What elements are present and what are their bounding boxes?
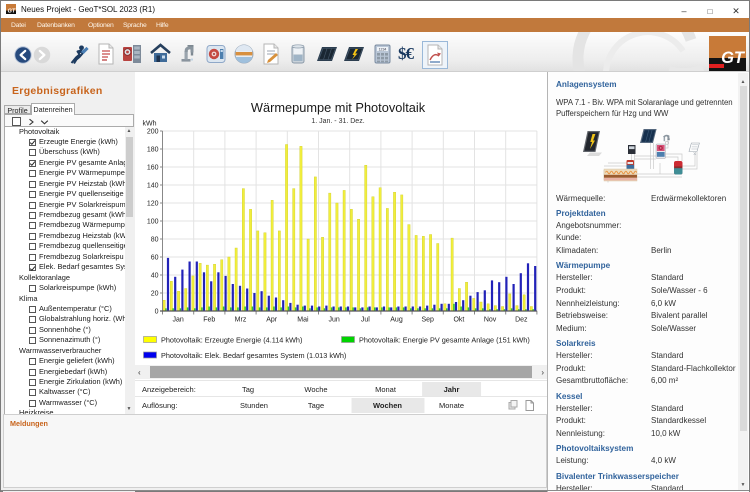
svg-text:200: 200: [147, 129, 159, 136]
svg-text:Mrz: Mrz: [235, 317, 247, 324]
svg-text:Feb: Feb: [203, 317, 215, 324]
svg-text:Okt: Okt: [453, 317, 464, 324]
svg-text:Sep: Sep: [421, 317, 434, 324]
svg-text:20: 20: [151, 291, 159, 298]
svg-text:1. Jan. - 31. Dez.: 1. Jan. - 31. Dez.: [311, 118, 364, 125]
svg-text:Jun: Jun: [328, 317, 339, 324]
svg-text:120: 120: [147, 201, 159, 208]
svg-text:100: 100: [147, 219, 159, 226]
svg-text:140: 140: [147, 183, 159, 190]
svg-text:Dez: Dez: [515, 317, 528, 324]
svg-text:Jul: Jul: [361, 317, 370, 324]
svg-text:80: 80: [151, 237, 159, 244]
svg-text:180: 180: [147, 147, 159, 154]
svg-text:1234: 1234: [379, 47, 387, 51]
svg-text:Photovoltaik: Elek. Bedarf ges: Photovoltaik: Elek. Bedarf gesamtes Syst…: [161, 351, 346, 360]
svg-text:Aug: Aug: [390, 317, 403, 324]
svg-text:Mai: Mai: [297, 317, 309, 324]
svg-text:Wärmepumpe mit Photovoltaik: Wärmepumpe mit Photovoltaik: [251, 100, 426, 115]
svg-text:Photovoltaik: Erzeugte Energie: Photovoltaik: Erzeugte Energie (4.114 kW…: [161, 336, 302, 345]
svg-text:kWh: kWh: [143, 121, 157, 128]
svg-text:Jan: Jan: [172, 317, 183, 324]
svg-text:GT: GT: [8, 9, 16, 15]
svg-text:Nov: Nov: [484, 317, 497, 324]
svg-text:Apr: Apr: [266, 317, 278, 324]
svg-text:Photovoltaik: Energie PV gesam: Photovoltaik: Energie PV gesamte Anlage …: [359, 336, 530, 345]
svg-text:40: 40: [151, 273, 159, 280]
svg-text:0: 0: [155, 309, 159, 316]
svg-text:60: 60: [151, 255, 159, 262]
svg-text:160: 160: [147, 165, 159, 172]
